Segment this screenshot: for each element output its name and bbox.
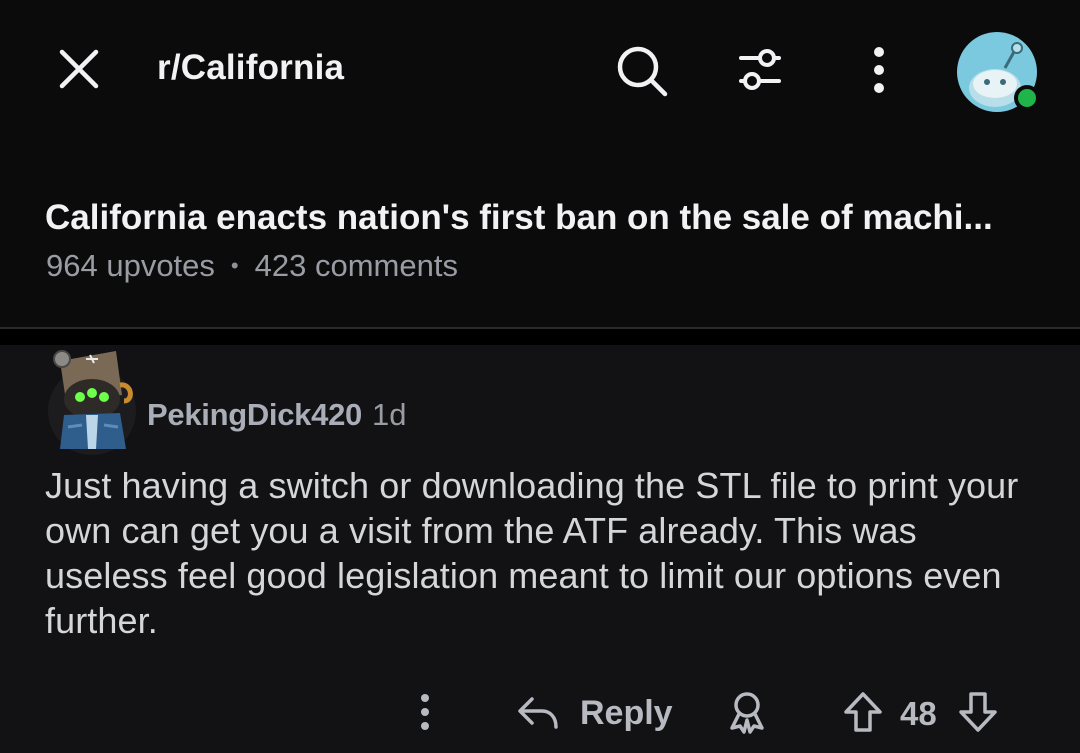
post-header: California enacts nation's first ban on … [0, 150, 1080, 328]
comment-age: 1d [371, 397, 407, 432]
close-button[interactable] [50, 40, 108, 98]
close-icon [59, 49, 99, 89]
meta-separator: • [230, 253, 239, 278]
filter-button[interactable] [728, 40, 792, 100]
comment: PekingDick420 1d Just having a switch or… [0, 345, 1080, 753]
upvote-button[interactable] [840, 687, 886, 737]
comment-count: 423 comments [254, 248, 458, 283]
more-vertical-icon [421, 694, 429, 730]
vote-count: 48 [900, 695, 937, 732]
downvote-arrow-icon [959, 692, 997, 732]
online-status-dot [1018, 89, 1036, 107]
more-vertical-icon [874, 47, 884, 93]
search-icon [617, 46, 668, 97]
top-app-bar: r/California [0, 0, 1080, 150]
award-button[interactable] [722, 687, 772, 737]
award-icon [730, 692, 764, 734]
section-divider [0, 327, 1080, 347]
avatar-icon [48, 350, 136, 455]
upvote-count: 964 upvotes [46, 248, 215, 283]
reply-button[interactable]: Reply [516, 689, 673, 737]
user-avatar[interactable] [955, 30, 1045, 116]
subreddit-title[interactable]: r/California [157, 48, 344, 88]
search-button[interactable] [608, 38, 676, 104]
post-title[interactable]: California enacts nation's first ban on … [45, 198, 1045, 238]
reply-icon [518, 697, 558, 729]
comment-actions: Reply 48 [0, 685, 1080, 745]
comment-body: Just having a switch or downloading the … [45, 465, 1019, 641]
reply-label: Reply [580, 693, 673, 732]
post-meta: 964 upvotes • 423 comments [46, 248, 458, 284]
downvote-button[interactable] [955, 687, 1001, 737]
snoo-avatar-icon [957, 32, 1040, 112]
comment-author[interactable]: PekingDick420 [147, 397, 362, 433]
upvote-arrow-icon [844, 692, 882, 732]
comment-author-avatar[interactable] [46, 345, 138, 455]
more-options-button[interactable] [852, 40, 906, 100]
comment-meta: PekingDick420 1d [147, 397, 406, 433]
comment-more-button[interactable] [410, 687, 440, 737]
sort-filter-icon [739, 49, 781, 90]
